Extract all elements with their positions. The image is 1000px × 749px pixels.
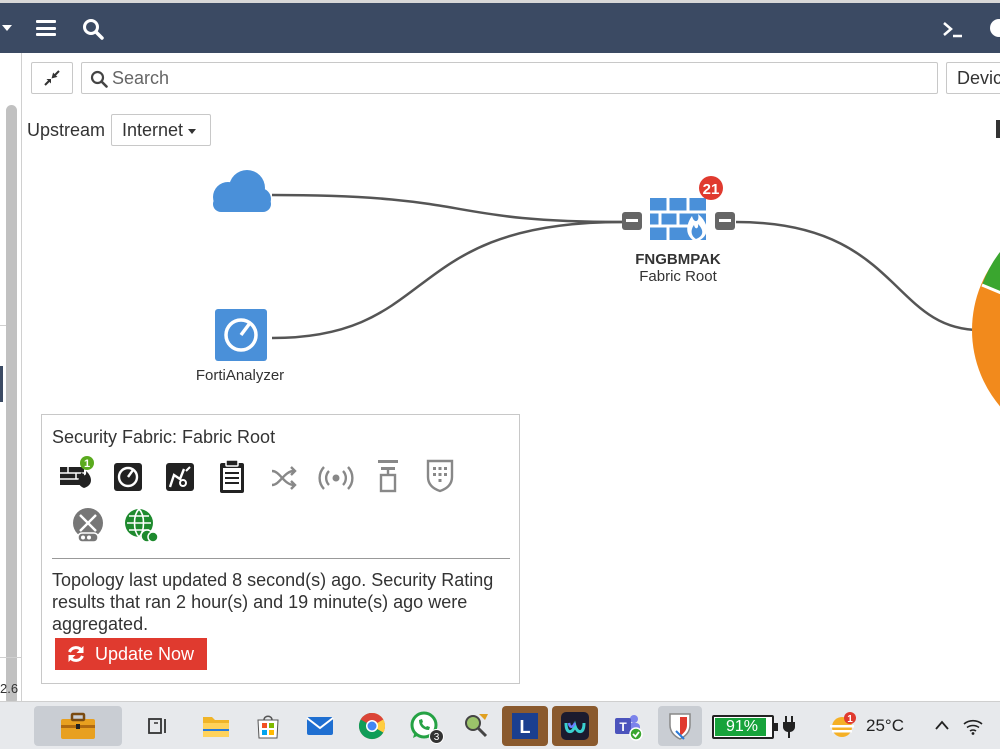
power-plug-icon (783, 716, 795, 738)
task-view-icon (148, 718, 166, 734)
clipped-label-fragment (996, 120, 1000, 138)
taskbar-whatsapp[interactable]: 3 (402, 706, 446, 746)
fortiextender-icon[interactable] (368, 455, 408, 495)
topology-status-text: Topology last updated 8 second(s) ago. S… (52, 570, 494, 634)
alert-count-text: 21 (703, 181, 720, 198)
windows-taskbar: 3 L T 91% 1 25°C (0, 701, 1000, 749)
collapse-arrows-icon (44, 70, 60, 86)
taskbar-snipping-tool[interactable] (454, 706, 498, 746)
taskbar-toolbox-app[interactable] (34, 706, 122, 746)
search-input[interactable] (112, 66, 912, 90)
downstream-device-chart[interactable] (972, 212, 1000, 410)
panel-divider (52, 558, 510, 559)
fortigate-role: Fabric Root (639, 268, 717, 285)
store-icon (257, 715, 279, 739)
taskbar-file-explorer[interactable] (194, 706, 238, 746)
caret-down-icon[interactable] (2, 25, 12, 31)
whatsapp-unread-badge: 3 (429, 729, 444, 744)
battery-percent: 91% (725, 718, 759, 735)
taskbar-microsoft-store[interactable] (246, 706, 290, 746)
security-fabric-panel: Security Fabric: Fabric Root 1 Topology … (41, 414, 520, 684)
fortiswitch-icon[interactable] (264, 455, 304, 495)
internet-cloud-icon[interactable] (213, 170, 271, 212)
search-icon (90, 70, 108, 88)
alert-count-badge[interactable]: 21 (699, 176, 723, 200)
fortianalyzer-label: FortiAnalyzer (195, 367, 285, 384)
fortiweb-icon[interactable] (420, 455, 460, 495)
wifi-icon[interactable] (962, 717, 984, 735)
taskbar-forticlient[interactable] (658, 706, 702, 746)
temperature-text: 25°C (866, 716, 904, 735)
link-analyzer-fortigate (271, 220, 623, 340)
fortigate-node-icon[interactable] (622, 198, 735, 242)
battery-indicator[interactable]: 91% (712, 715, 778, 739)
fortianalyzer-node-icon[interactable] (215, 309, 267, 361)
folder-icon (203, 717, 229, 737)
chevron-up-icon[interactable] (934, 719, 950, 731)
mail-icon (306, 717, 334, 735)
search-icon[interactable] (82, 18, 104, 40)
sidebar-divider (0, 657, 22, 658)
topology-canvas: 21 (213, 170, 1000, 410)
briefcase-icon (61, 712, 95, 739)
device-view-button[interactable]: Devic (946, 62, 1000, 94)
forticloud-icon[interactable] (120, 505, 160, 545)
collapse-button[interactable] (31, 62, 73, 94)
fortigate-hostname: FNGBMPAK (635, 251, 721, 268)
webex-icon (561, 712, 589, 740)
update-now-button[interactable]: Update Now (55, 638, 207, 670)
upstream-selected-value: Internet (122, 120, 184, 140)
battery-terminal (774, 723, 778, 731)
magnifier-tool-icon (465, 714, 488, 738)
forticlient-icon (669, 713, 691, 740)
panel-title: Security Fabric: Fabric Root (52, 427, 276, 447)
taskbar-webex[interactable] (552, 706, 598, 746)
chrome-icon (358, 712, 386, 740)
refresh-icon (68, 646, 84, 662)
weather-sun-icon[interactable]: 1 (828, 711, 860, 739)
link-internet-fortigate (271, 193, 623, 224)
link-fortigate-downstream (735, 220, 981, 332)
upstream-dropdown[interactable]: Internet (111, 114, 211, 146)
search-field[interactable] (81, 62, 938, 94)
weather-badge-count: 1 (847, 714, 853, 725)
teams-icon: T (615, 715, 643, 741)
update-now-label: Update Now (95, 643, 195, 664)
svg-text:L: L (520, 717, 531, 737)
app-l-icon: L (512, 713, 538, 739)
user-avatar-icon[interactable] (990, 19, 1000, 37)
fortianalyzer-icon[interactable] (108, 455, 148, 495)
fortimanager-icon[interactable] (212, 455, 252, 495)
taskbar-teams[interactable]: T (606, 706, 650, 746)
hamburger-menu-icon[interactable] (36, 20, 56, 36)
fortigate-firewall-icon[interactable]: 1 (56, 455, 96, 495)
taskbar-mail[interactable] (298, 706, 342, 746)
taskbar-task-view[interactable] (136, 706, 180, 746)
fortiap-icon[interactable] (316, 455, 356, 495)
fortisandbox-icon[interactable] (160, 455, 200, 495)
version-text: 2.6 (0, 681, 19, 696)
upstream-label: Upstream (27, 120, 106, 140)
svg-text:T: T (619, 720, 627, 734)
taskbar-chrome[interactable] (350, 706, 394, 746)
top-header (0, 0, 1000, 53)
cli-console-icon[interactable] (940, 18, 966, 40)
firewall-badge-count: 1 (84, 458, 90, 470)
taskbar-app-l[interactable]: L (502, 706, 548, 746)
fortimail-icon[interactable] (68, 505, 108, 545)
chevron-down-icon (188, 128, 197, 134)
